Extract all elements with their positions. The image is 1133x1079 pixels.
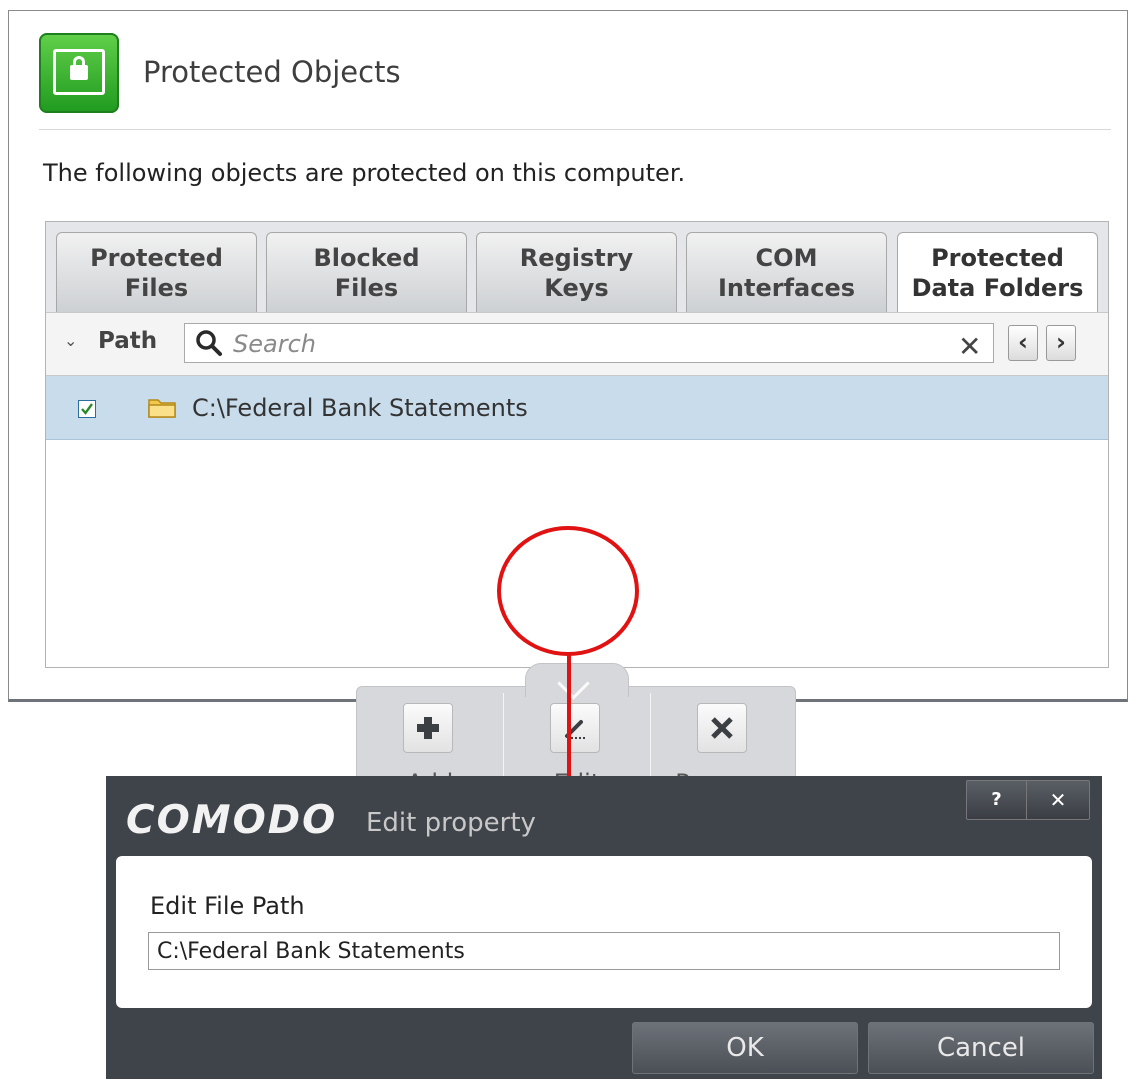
ok-button[interactable]: OK xyxy=(632,1022,858,1074)
tab-label-line1: Protected xyxy=(90,244,223,272)
window-controls: ? ✕ xyxy=(966,780,1090,820)
tab-label-line2: Interfaces xyxy=(717,274,856,302)
tab-blocked-files[interactable]: Blocked Files xyxy=(266,232,467,312)
row-checkbox[interactable] xyxy=(78,400,96,418)
tab-label-line2: Keys xyxy=(544,274,609,302)
chevron-left-icon: ‹ xyxy=(1018,328,1028,356)
title-divider xyxy=(39,129,1111,130)
tab-label-line2: Data Folders xyxy=(911,274,1084,302)
clear-search-icon[interactable]: ✕ xyxy=(958,331,981,363)
page-description: The following objects are protected on t… xyxy=(43,159,686,187)
checkmark-icon xyxy=(81,403,93,415)
tab-label-line1: Protected xyxy=(931,244,1064,272)
tab-label-line1: Registry xyxy=(519,244,634,272)
dialog-body: Edit File Path xyxy=(116,856,1092,1008)
protected-objects-lock-icon xyxy=(39,33,119,113)
close-button[interactable]: ✕ xyxy=(1027,781,1089,819)
row-path: C:\Federal Bank Statements xyxy=(192,394,528,422)
plus-icon xyxy=(417,717,439,739)
tab-registry-keys[interactable]: Registry Keys xyxy=(476,232,677,312)
prev-button[interactable]: ‹ xyxy=(1008,325,1038,361)
edit-file-path-label: Edit File Path xyxy=(150,892,305,920)
chevron-down-icon[interactable]: ⌄ xyxy=(64,331,77,350)
tab-label-line2: Files xyxy=(124,274,189,302)
annotation-arrow-line xyxy=(567,654,571,792)
table-row[interactable]: C:\Federal Bank Statements xyxy=(46,376,1108,440)
chevron-right-icon: › xyxy=(1056,328,1066,356)
dialog-title: Edit property xyxy=(366,808,536,838)
folder-icon xyxy=(148,399,176,418)
tab-protected-data-folders[interactable]: Protected Data Folders xyxy=(897,232,1098,314)
list-toolbar: ⌄ Path ✕ ‹ › xyxy=(46,312,1108,376)
search-icon xyxy=(196,330,222,356)
search-input[interactable] xyxy=(231,328,935,360)
tab-label-line1: COM xyxy=(755,244,818,272)
tab-label-line2: Files xyxy=(334,274,399,302)
tab-com-interfaces[interactable]: COM Interfaces xyxy=(686,232,887,312)
remove-x-icon xyxy=(711,717,733,739)
pencil-icon xyxy=(565,720,585,739)
column-header-path[interactable]: Path xyxy=(98,328,157,354)
annotation-circle xyxy=(497,526,639,656)
tab-protected-files[interactable]: Protected Files xyxy=(56,232,257,312)
tab-label-line1: Blocked xyxy=(313,244,420,272)
next-button[interactable]: › xyxy=(1046,325,1076,361)
edit-file-path-input[interactable] xyxy=(148,932,1060,970)
help-button[interactable]: ? xyxy=(967,781,1027,819)
page-title: Protected Objects xyxy=(143,55,401,89)
search-box[interactable] xyxy=(184,323,994,363)
comodo-logo: COMODO xyxy=(126,798,338,843)
edit-property-dialog: COMODO Edit property ? ✕ Edit File Path … xyxy=(106,776,1102,1079)
cancel-button[interactable]: Cancel xyxy=(868,1022,1094,1074)
